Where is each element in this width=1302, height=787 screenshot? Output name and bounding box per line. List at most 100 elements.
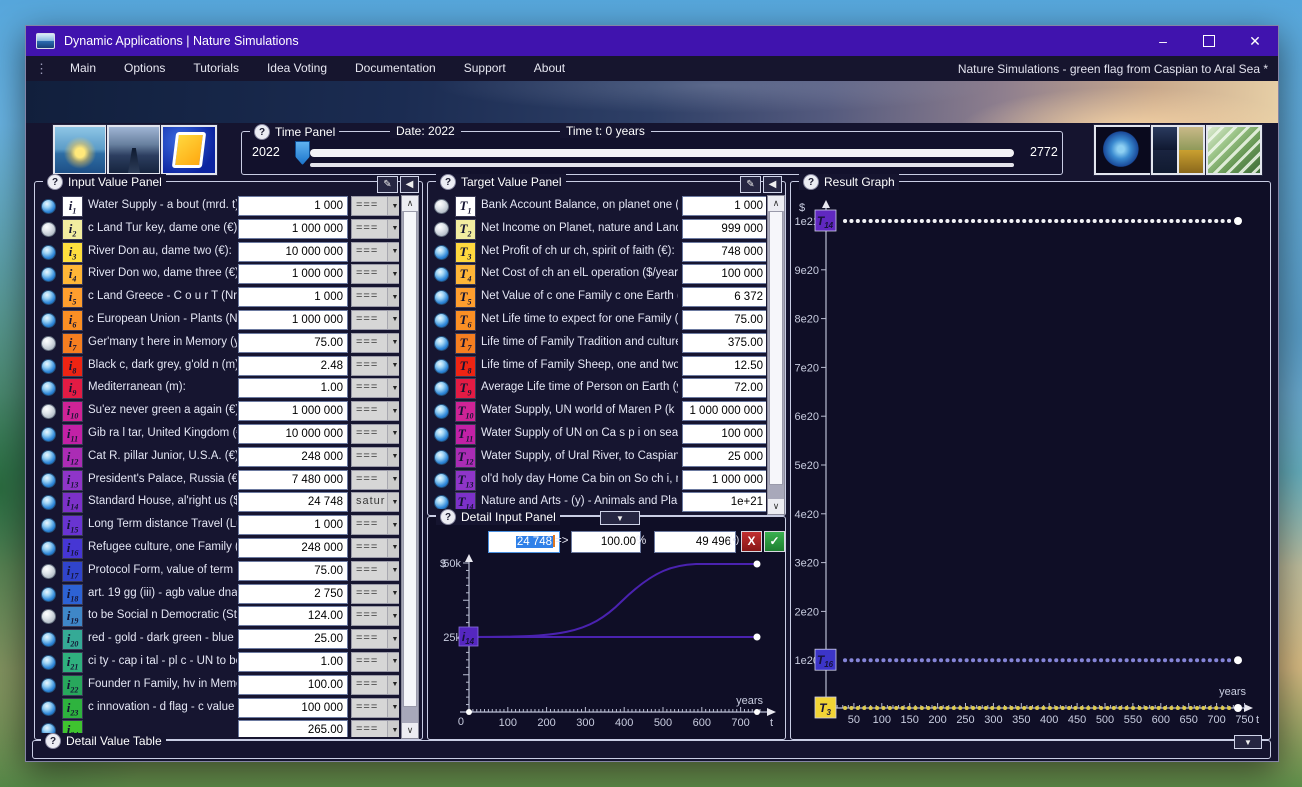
radio-button[interactable] [434, 358, 449, 374]
radio-button[interactable] [41, 199, 56, 214]
chevron-down-icon[interactable]: ▼ [387, 538, 399, 557]
value-field[interactable]: 7 480 000 [238, 469, 348, 490]
radio-button[interactable] [41, 540, 56, 556]
value-field[interactable]: 999 000 [682, 218, 766, 239]
thumbnail-collage[interactable] [1150, 124, 1206, 176]
value-field[interactable]: 1 000 [238, 287, 348, 308]
mode-dropdown[interactable]: === ▼ [351, 651, 399, 672]
thumbnail-sunset-sea[interactable] [52, 124, 108, 176]
result-field[interactable]: 49 496 [654, 531, 736, 553]
chevron-down-icon[interactable]: ▼ [387, 333, 399, 352]
radio-button[interactable] [41, 518, 56, 534]
menu-item-about[interactable]: About [520, 56, 579, 81]
radio-button[interactable] [434, 381, 449, 397]
chevron-down-icon[interactable]: ▼ [387, 310, 399, 329]
value-field[interactable]: 2.48 [238, 355, 348, 376]
thumbnail-pier[interactable] [106, 124, 162, 176]
target-scrollbar[interactable]: ∧ ∨ [767, 195, 785, 515]
mode-dropdown[interactable]: === ▼ [351, 720, 399, 737]
value-field[interactable]: 75.00 [238, 560, 348, 581]
value-field[interactable]: 72.00 [682, 378, 766, 399]
value-field[interactable]: 248 000 [238, 537, 348, 558]
cancel-button[interactable]: X [741, 531, 762, 552]
radio-button[interactable] [41, 290, 56, 306]
mode-dropdown[interactable]: === ▼ [351, 537, 399, 558]
thumbnail-earth[interactable] [1093, 124, 1153, 176]
chevron-down-icon[interactable]: ▼ [387, 379, 399, 398]
mode-dropdown[interactable]: === ▼ [351, 241, 399, 262]
maximize-button[interactable] [1186, 26, 1232, 56]
chevron-down-icon[interactable]: ▼ [387, 288, 399, 307]
value-field[interactable]: 10 000 000 [238, 423, 348, 444]
radio-button[interactable] [434, 312, 449, 328]
time-slider-range-bar[interactable] [310, 163, 1014, 167]
mode-dropdown[interactable]: === ▼ [351, 218, 399, 239]
mode-dropdown[interactable]: === ▼ [351, 309, 399, 330]
radio-button[interactable] [41, 312, 56, 328]
edit-pencil-button[interactable]: ✎ [740, 176, 761, 193]
radio-button[interactable] [41, 495, 56, 511]
chevron-down-icon[interactable]: ▼ [387, 470, 399, 489]
value-field[interactable]: 25.00 [238, 629, 348, 650]
chevron-down-icon[interactable]: ▼ [387, 607, 399, 626]
mode-dropdown[interactable]: === ▼ [351, 469, 399, 490]
chevron-down-icon[interactable]: ▼ [387, 698, 399, 717]
chevron-down-icon[interactable]: ▼ [387, 219, 399, 238]
radio-button[interactable] [434, 426, 449, 442]
value-field[interactable]: 1.00 [238, 378, 348, 399]
value-field[interactable]: 10 000 000 [238, 241, 348, 262]
value-field[interactable]: 12.50 [682, 355, 766, 376]
thumbnail-green-architecture[interactable] [1205, 124, 1263, 176]
mode-dropdown[interactable]: === ▼ [351, 674, 399, 695]
collapse-left-button[interactable]: ◀ [400, 176, 419, 193]
mode-dropdown[interactable]: === ▼ [351, 264, 399, 285]
value-field[interactable]: 748 000 [682, 241, 766, 262]
menu-item-documentation[interactable]: Documentation [341, 56, 450, 81]
chevron-down-icon[interactable]: ▼ [387, 265, 399, 284]
mode-dropdown[interactable]: === ▼ [351, 629, 399, 650]
radio-button[interactable] [41, 335, 56, 351]
radio-button[interactable] [434, 199, 449, 214]
radio-button[interactable] [434, 449, 449, 465]
detail-value-field[interactable]: 24 748 [488, 531, 560, 553]
menu-item-support[interactable]: Support [450, 56, 520, 81]
radio-button[interactable] [41, 267, 56, 283]
radio-button[interactable] [41, 586, 56, 602]
value-field[interactable]: 1e+21 [682, 492, 766, 513]
chevron-down-icon[interactable]: ▼ [387, 402, 399, 421]
chevron-down-icon[interactable]: ▼ [387, 584, 399, 603]
scrollbar-thumb[interactable] [403, 211, 417, 707]
value-field[interactable]: 1 000 000 [238, 264, 348, 285]
scroll-down-icon[interactable]: ∨ [768, 499, 784, 514]
chevron-down-icon[interactable]: ▼ [387, 197, 399, 215]
confirm-button[interactable]: ✓ [764, 531, 785, 552]
scrollbar-thumb[interactable] [769, 211, 783, 485]
radio-button[interactable] [41, 677, 56, 693]
radio-button[interactable] [434, 404, 449, 420]
value-field[interactable]: 124.00 [238, 606, 348, 627]
value-field[interactable]: 100 000 [682, 264, 766, 285]
collapse-left-button[interactable]: ◀ [763, 176, 782, 193]
chevron-down-icon[interactable]: ▼ [387, 493, 399, 512]
radio-button[interactable] [41, 632, 56, 648]
value-field[interactable]: 25 000 [682, 446, 766, 467]
radio-button[interactable] [41, 700, 56, 716]
time-slider-track[interactable] [310, 149, 1014, 157]
menu-item-tutorials[interactable]: Tutorials [179, 56, 253, 81]
value-field[interactable]: 2 750 [238, 583, 348, 604]
thumbnail-app-logo[interactable] [160, 124, 218, 176]
mode-dropdown[interactable]: === ▼ [351, 196, 399, 216]
value-field[interactable]: 248 000 [238, 446, 348, 467]
value-field[interactable]: 1 000 000 [238, 401, 348, 422]
radio-button[interactable] [41, 472, 56, 488]
value-field[interactable]: 1 000 [238, 196, 348, 216]
input-scrollbar[interactable]: ∧ ∨ [401, 195, 419, 739]
chevron-down-icon[interactable]: ▼ [387, 630, 399, 649]
radio-button[interactable] [41, 358, 56, 374]
mode-dropdown[interactable]: === ▼ [351, 560, 399, 581]
value-field[interactable]: 75.00 [238, 332, 348, 353]
close-button[interactable]: ✕ [1232, 26, 1278, 56]
radio-button[interactable] [41, 244, 56, 260]
chevron-down-icon[interactable]: ▼ [387, 516, 399, 535]
minimize-button[interactable]: – [1140, 26, 1186, 56]
